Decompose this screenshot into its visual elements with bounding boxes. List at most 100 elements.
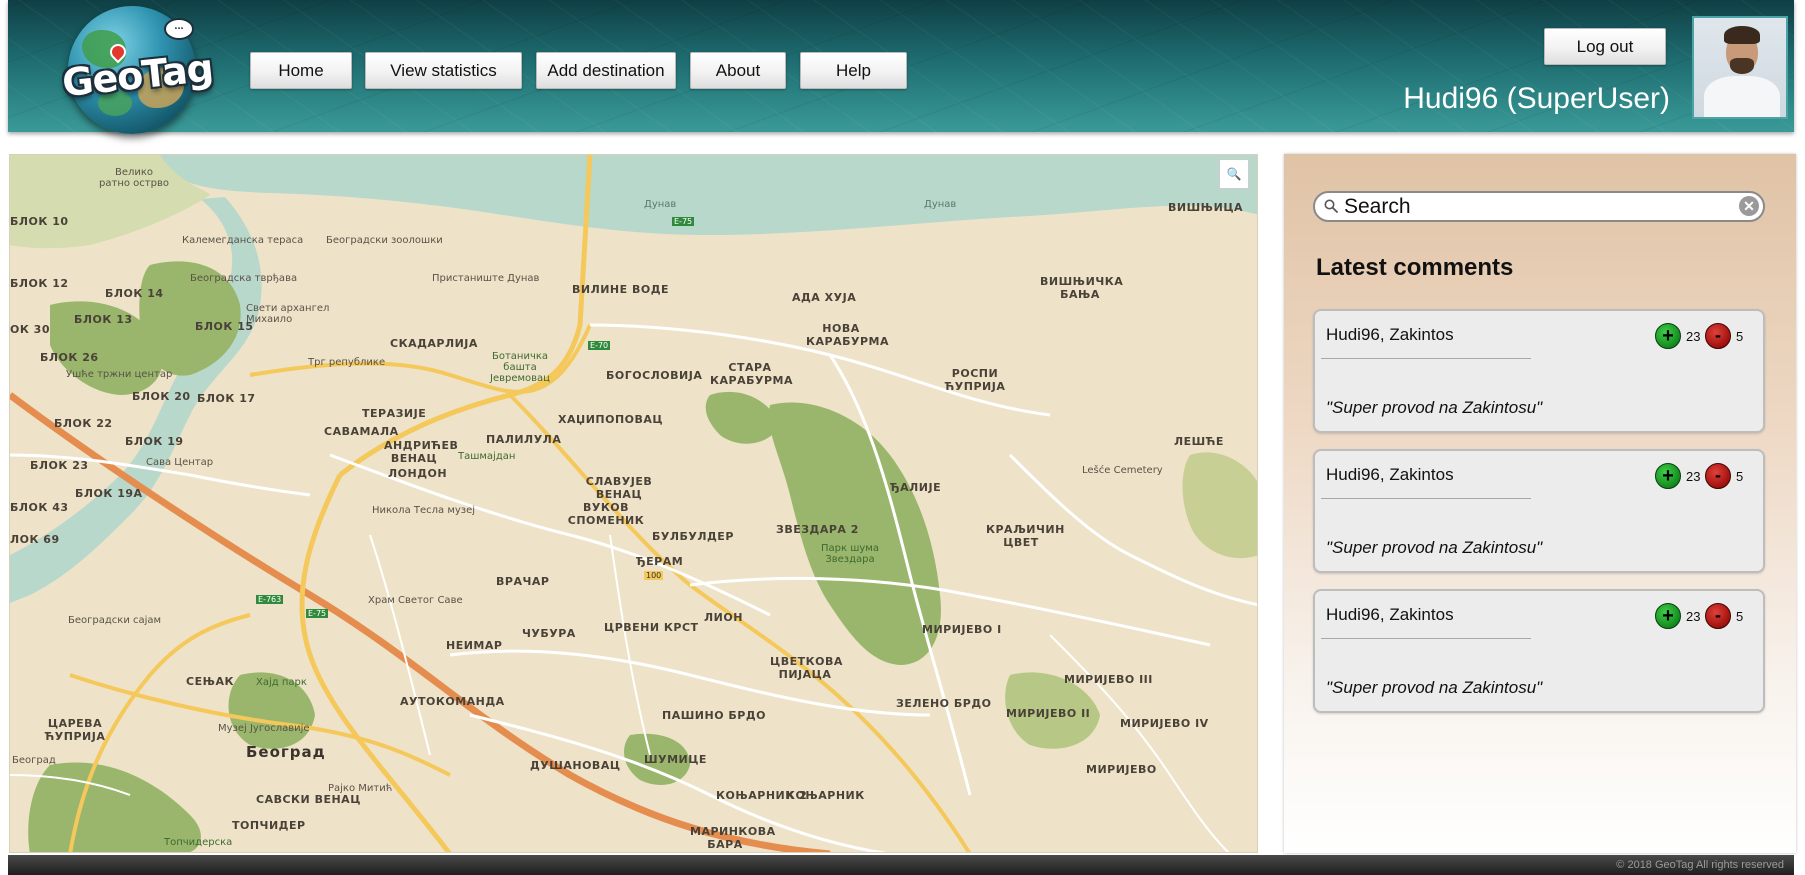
road-sign: E-75: [672, 217, 695, 226]
map-label: Београдска тврђава: [190, 273, 298, 284]
geotag-logo[interactable]: ... GeoTag: [60, 6, 215, 142]
map-label: ЗВЕЗДАРА 2: [776, 523, 859, 536]
comment-divider: [1321, 498, 1531, 499]
comment-card[interactable]: Hudi96, Zakintos + 23 - 5 "Super provod …: [1313, 589, 1765, 713]
map-label: БОГОСЛОВИЈА: [606, 369, 703, 382]
map-label: МАРИНКОВА БАРА: [690, 825, 776, 851]
avatar-body-shape: [1704, 76, 1780, 117]
upvote-button[interactable]: +: [1655, 603, 1681, 629]
comment-card[interactable]: Hudi96, Zakintos + 23 - 5 "Super provod …: [1313, 309, 1765, 433]
comment-text: "Super provod na Zakintosu": [1326, 398, 1543, 417]
street: [369, 534, 431, 756]
map-label: Калемегданска тераса: [182, 235, 304, 246]
map-label: АДА ХУЈА: [792, 291, 857, 304]
map-label: НЕИМАР: [446, 639, 503, 652]
upvote-count: 23: [1686, 329, 1701, 344]
map-label: ДУШАНОВАЦ: [530, 759, 621, 772]
map-label: БЛОК 10: [10, 215, 69, 228]
map-label: СЛАВУЈЕВ ВЕНАЦ: [585, 475, 653, 501]
avatar-beard-shape: [1730, 58, 1754, 74]
clear-icon[interactable]: ✕: [1739, 196, 1759, 216]
header: Home View statistics Add destination Abo…: [8, 0, 1794, 132]
search-icon: [1324, 199, 1338, 213]
downvote-button[interactable]: -: [1705, 463, 1731, 489]
map-label: Ботаничка башта Јевремовац: [490, 351, 550, 384]
map-label: Велико ратно острво: [99, 167, 169, 189]
downvote-button[interactable]: -: [1705, 603, 1731, 629]
map-label: ТОПЧИДЕР: [232, 819, 306, 832]
map-label: Београдски сајам: [68, 615, 162, 626]
magnifier-icon[interactable]: 🔍: [1219, 159, 1249, 189]
comment-card[interactable]: Hudi96, Zakintos + 23 - 5 "Super provod …: [1313, 449, 1765, 573]
downvote-count: 5: [1736, 329, 1744, 344]
map-label: ЂАЛИЈЕ: [890, 481, 942, 494]
map-label: Никола Тесла музеј: [372, 505, 476, 516]
map-label: Музеј Југославије: [218, 723, 310, 734]
nav-home-button[interactable]: Home: [250, 52, 352, 89]
search-box[interactable]: ✕: [1313, 191, 1765, 222]
nav-view-statistics-button[interactable]: View statistics: [365, 52, 522, 89]
road-sign: E-70: [588, 341, 611, 350]
comment-divider: [1321, 358, 1531, 359]
map-label: Хајд парк: [256, 677, 307, 688]
road-sign: E-763: [256, 595, 284, 604]
nav-help-button[interactable]: Help: [800, 52, 907, 89]
map-label: ПАШИНО БРДО: [662, 709, 766, 722]
map-label: Пристаниште Дунав: [432, 273, 540, 284]
map-label: Lešće Cemetery: [1082, 465, 1163, 476]
map-label: САВСКИ ВЕНАЦ: [256, 793, 361, 806]
map-label: БЛОК 19А: [75, 487, 143, 500]
map-label: ЛЕШЋЕ: [1174, 435, 1224, 448]
map-label: ШУМИЦЕ: [644, 753, 707, 766]
map-label: Београд: [12, 755, 56, 766]
park-east: [1182, 452, 1257, 559]
map-label: БЛОК 20: [132, 390, 191, 403]
speech-bubble-icon: ...: [164, 18, 194, 40]
upvote-button[interactable]: +: [1655, 323, 1681, 349]
map-label: БЛОК 12: [10, 277, 69, 290]
map-label: ЂЕРАМ: [636, 555, 684, 568]
map-label: ТЕРАЗИЈЕ: [362, 407, 427, 420]
comment-author-place: Hudi96, Zakintos: [1326, 605, 1454, 624]
map-label: Београд: [246, 743, 326, 761]
search-input[interactable]: [1344, 195, 1724, 219]
upvote-count: 23: [1686, 469, 1701, 484]
zvezdara-park-2: [705, 391, 780, 444]
city-map[interactable]: Велико ратно острво БЛОК 10 БЛОК 12 БЛОК…: [9, 154, 1258, 853]
map-label: БЛОК 15: [195, 320, 254, 333]
street: [469, 713, 888, 852]
comment-text: "Super provod na Zakintosu": [1326, 678, 1543, 697]
map-label: МИРИЈЕВО IV: [1120, 717, 1209, 730]
street: [609, 534, 651, 756]
map-label: КОЊАРНИК: [786, 789, 865, 802]
map-label: СКАДАРЛИЈА: [390, 337, 478, 350]
nav-about-button[interactable]: About: [690, 52, 786, 89]
map-label: БЛОК 17: [197, 392, 256, 405]
comment-author-place: Hudi96, Zakintos: [1326, 465, 1454, 484]
map-label: Парк шума Звездара: [821, 543, 879, 565]
map-label: БЛОК 26: [40, 351, 99, 364]
nav-add-destination-button[interactable]: Add destination: [536, 52, 676, 89]
street: [449, 649, 931, 717]
map-label: ЗЕЛЕНО БРДО: [896, 697, 992, 710]
map-label: МИРИЈЕВО I: [922, 623, 1002, 636]
map-label: СТАРА КАРАБУРМА: [710, 361, 793, 387]
map-label: Дунав: [924, 199, 957, 210]
map-label: САВАМАЛА: [324, 425, 399, 438]
map-label: МИРИЈЕВО III: [1064, 673, 1153, 686]
comment-text: "Super provod na Zakintosu": [1326, 538, 1543, 557]
upvote-button[interactable]: +: [1655, 463, 1681, 489]
map-label: ЦРВЕНИ КРСТ: [604, 621, 699, 634]
upvote-count: 23: [1686, 609, 1701, 624]
map-label: ЦАРЕВА ЋУПРИЈА: [44, 717, 106, 743]
avatar[interactable]: [1692, 16, 1788, 119]
downvote-button[interactable]: -: [1705, 323, 1731, 349]
comment-divider: [1321, 638, 1531, 639]
map-label: СЕЊАК: [186, 675, 235, 688]
logout-button[interactable]: Log out: [1544, 28, 1666, 65]
map-label: НОВА КАРАБУРМА: [806, 322, 889, 348]
map-label: БЛОК 13: [74, 313, 133, 326]
map-label: БЛОК 14: [105, 287, 164, 300]
map-label: ОК 30: [10, 323, 50, 336]
map-label: БЛОК 23: [30, 459, 89, 472]
